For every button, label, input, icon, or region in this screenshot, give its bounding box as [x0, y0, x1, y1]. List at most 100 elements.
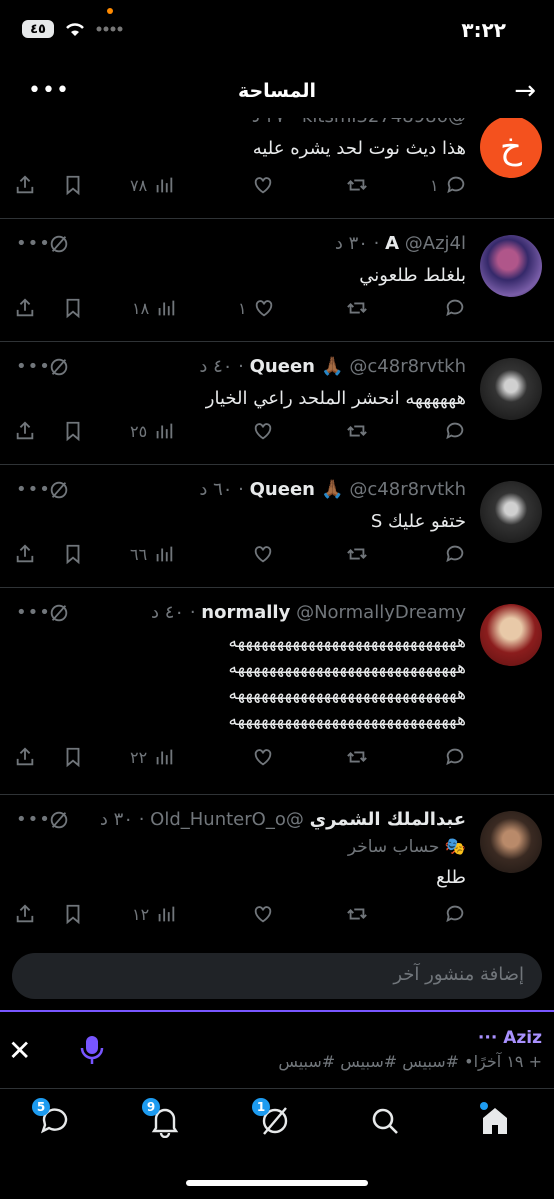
list-item[interactable]: ••• Queen 🙏🏾 @c48r8rvtkh · ٤٠ د ههههههه … — [0, 342, 554, 465]
parody-label-text: حساب ساخر — [347, 837, 440, 857]
grok-icon[interactable] — [48, 602, 70, 624]
avatar[interactable]: خ — [480, 118, 542, 178]
bookmark-icon — [66, 298, 80, 319]
share-button[interactable] — [14, 746, 36, 768]
reply-button[interactable] — [444, 297, 466, 319]
repost-icon — [347, 908, 367, 920]
list-item[interactable]: ••• عبدالملك الشمري @Old_HunterO_o · ٣٠ … — [0, 795, 554, 940]
reply-count: ١ — [430, 175, 439, 195]
repost-button[interactable] — [346, 543, 368, 565]
avatar[interactable] — [480, 811, 542, 873]
tab-search[interactable] — [368, 1104, 402, 1138]
reply-button[interactable] — [444, 746, 466, 768]
reply-button[interactable]: ١ — [430, 174, 467, 196]
like-count: ١ — [238, 298, 247, 318]
like-button[interactable] — [252, 420, 274, 442]
wifi-icon — [66, 23, 84, 36]
reply-button[interactable] — [444, 420, 466, 442]
views-button[interactable]: ٢٥ — [130, 420, 175, 442]
grok-icon[interactable] — [48, 479, 70, 501]
page-title: المساحة — [237, 80, 317, 102]
post-time: ٣٠ د — [334, 233, 368, 254]
list-item[interactable]: خ @kitsmi32748986 · ٣٧ د هذا ديث نوت لحد… — [0, 118, 554, 219]
more-icon[interactable]: ••• — [16, 479, 51, 500]
list-item[interactable]: ••• A @Azj4l · ٣٠ د بلغلط طلعوني ١ ١٨ — [0, 219, 554, 342]
post-actions: ٢٢ — [0, 746, 554, 776]
post-time: ٣٧ د — [252, 118, 285, 127]
avatar[interactable] — [480, 481, 542, 543]
post-handle: @c48r8rvtkh — [349, 479, 466, 500]
back-arrow-icon[interactable]: → — [514, 76, 536, 106]
status-time: ٣:٢٢ — [461, 18, 506, 42]
post-author: Queen 🙏🏾 @c48r8rvtkh · ٤٠ د — [199, 356, 466, 377]
compose-reply-input[interactable]: إضافة منشور آخر — [12, 953, 542, 999]
reply-button[interactable] — [444, 543, 466, 565]
microphone-icon[interactable] — [80, 1034, 104, 1066]
views-button[interactable]: ٢٢ — [130, 746, 175, 768]
views-button[interactable]: ١٢ — [132, 903, 177, 925]
heart-icon — [254, 749, 272, 766]
share-button[interactable] — [14, 297, 36, 319]
like-button[interactable] — [252, 174, 274, 196]
bookmark-button[interactable] — [62, 746, 84, 768]
views-button[interactable]: ٧٨ — [130, 174, 175, 196]
post-author: عبدالملك الشمري @Old_HunterO_o · ٣٠ د — [99, 809, 466, 830]
more-icon[interactable]: ••• — [16, 602, 51, 623]
avatar[interactable] — [480, 604, 542, 666]
views-button[interactable]: ١٨ — [132, 297, 177, 319]
repost-button[interactable] — [346, 174, 368, 196]
views-count: ١٢ — [132, 904, 150, 924]
grok-icon[interactable] — [48, 356, 70, 378]
reply-icon — [446, 299, 464, 317]
views-button[interactable]: ٦٦ — [130, 543, 175, 565]
more-icon[interactable]: ••• — [16, 233, 51, 254]
like-button[interactable] — [252, 543, 274, 565]
list-item[interactable]: ••• normally @NormallyDreamy · ٤٠ د هههه… — [0, 588, 554, 795]
bookmark-button[interactable] — [62, 420, 84, 442]
heart-icon — [254, 906, 272, 923]
share-button[interactable] — [14, 543, 36, 565]
post-handle: @kitsmi32748986 — [302, 118, 466, 127]
reply-button[interactable] — [444, 903, 466, 925]
bookmark-button[interactable] — [62, 297, 84, 319]
share-button[interactable] — [14, 174, 36, 196]
views-icon — [156, 423, 173, 439]
list-item[interactable]: ••• Queen 🙏🏾 @c48r8rvtkh · ٦٠ د ختفو علي… — [0, 465, 554, 588]
messages-badge: 5 — [32, 1098, 50, 1116]
bookmark-button[interactable] — [62, 174, 84, 196]
post-text: ههههههه انحشر الملحد راعي الخيار — [205, 388, 466, 409]
post-text-line: هههههههههههههههههههههههههههههه — [228, 684, 467, 704]
tab-grok[interactable]: 1 — [252, 1098, 292, 1138]
grok-icon[interactable] — [48, 233, 70, 255]
compose-placeholder: إضافة منشور آخر — [393, 964, 524, 985]
tab-notifications[interactable]: 9 — [142, 1098, 182, 1139]
close-icon[interactable]: ✕ — [8, 1034, 31, 1067]
share-button[interactable] — [14, 420, 36, 442]
repost-button[interactable] — [346, 420, 368, 442]
grok-icon[interactable] — [48, 809, 70, 831]
share-icon — [16, 298, 34, 317]
share-button[interactable] — [14, 903, 36, 925]
space-mini-player[interactable]: ✕ Aziz ··· + ١٩ آخرًا• #سبيس #سبيس #سبيس — [0, 1012, 554, 1089]
post-text-line: هههههههههههههههههههههههههههههه — [228, 658, 467, 678]
repost-button[interactable] — [346, 903, 368, 925]
tab-home[interactable] — [478, 1102, 512, 1138]
repost-button[interactable] — [346, 746, 368, 768]
bottom-tab-bar: 5 9 1 — [0, 1090, 554, 1160]
repost-button[interactable] — [346, 297, 368, 319]
post-author: normally @NormallyDreamy · ٤٠ د — [151, 602, 466, 623]
like-button[interactable]: ١ — [238, 297, 275, 319]
bookmark-button[interactable] — [62, 903, 84, 925]
heart-icon — [255, 300, 272, 317]
more-icon[interactable]: ••• — [16, 809, 51, 830]
like-button[interactable] — [252, 746, 274, 768]
bookmark-button[interactable] — [62, 543, 84, 565]
like-button[interactable] — [252, 903, 274, 925]
more-icon[interactable]: ••• — [16, 356, 51, 377]
post-time: ٤٠ د — [199, 356, 233, 377]
avatar[interactable] — [480, 358, 542, 420]
tab-messages[interactable]: 5 — [32, 1098, 72, 1138]
space-host: Aziz ··· — [477, 1028, 542, 1048]
post-name: Queen 🙏🏾 — [249, 479, 344, 500]
avatar[interactable] — [480, 235, 542, 297]
